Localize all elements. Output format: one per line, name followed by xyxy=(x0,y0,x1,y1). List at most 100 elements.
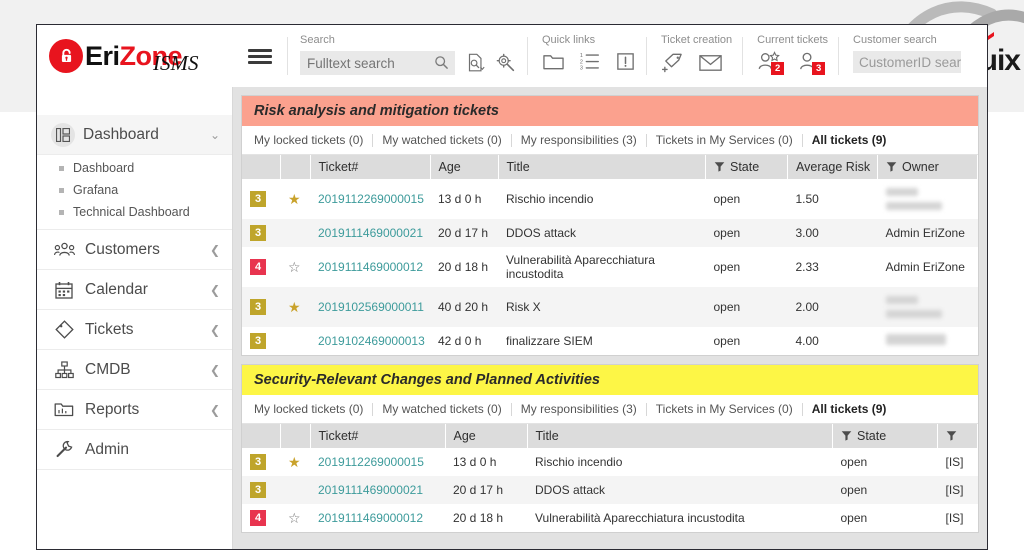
table-row[interactable]: 3 ★ 2019112269000015 13 d 0 h Rischio in… xyxy=(242,448,978,476)
new-phone-ticket-icon[interactable] xyxy=(661,51,684,73)
star-outline-icon[interactable]: ☆ xyxy=(288,510,301,526)
cell-ticket-number[interactable]: 2019112269000015 xyxy=(310,448,445,476)
hamburger-menu-button[interactable] xyxy=(233,25,287,87)
cell-title[interactable]: Vulnerabilità Aparecchiatura incustodita xyxy=(527,504,833,532)
table-row[interactable]: 3 2019111469000021 20 d 17 h DDOS attack… xyxy=(242,476,978,504)
col-priority[interactable] xyxy=(242,155,281,179)
sidebar-subitem-dashboard[interactable]: Dashboard xyxy=(37,157,232,179)
table-row[interactable]: 3 2019111469000021 20 d 17 h DDOS attack… xyxy=(242,219,978,247)
ticket-link[interactable]: 2019112269000015 xyxy=(318,455,424,469)
gear-search-icon[interactable] xyxy=(495,52,517,74)
filter-icon[interactable] xyxy=(946,430,957,444)
sidebar-item-dashboard[interactable]: Dashboard ⌄ xyxy=(37,115,232,155)
col-state[interactable]: State xyxy=(705,155,788,179)
cell-watch[interactable] xyxy=(280,476,310,504)
sidebar-item-customers[interactable]: Customers ❮ xyxy=(37,230,232,270)
cell-title[interactable]: finalizzare SIEM xyxy=(498,327,706,355)
cell-state: open xyxy=(832,476,938,504)
cell-watch[interactable]: ☆ xyxy=(280,504,310,532)
folder-icon[interactable] xyxy=(542,51,565,72)
sidebar-item-cmdb[interactable]: CMDB ❮ xyxy=(37,350,232,390)
table-row[interactable]: 4 ☆ 2019111469000012 20 d 18 h Vulnerabi… xyxy=(242,247,978,287)
cell-ticket-number[interactable]: 2019111469000021 xyxy=(310,219,430,247)
col-ticket-number[interactable]: Ticket# xyxy=(310,424,446,448)
ticket-link[interactable]: 2019111469000021 xyxy=(318,226,423,240)
list-icon[interactable]: 123 xyxy=(579,51,601,72)
tab-tickets-in-my-services[interactable]: Tickets in My Services (0) xyxy=(647,133,802,147)
tab-my-watched-tickets[interactable]: My watched tickets (0) xyxy=(373,133,510,147)
cell-title[interactable]: Vulnerabilità Aparecchiatura incustodita xyxy=(498,247,706,287)
col-owner[interactable]: Owner xyxy=(877,155,978,179)
col-ticket-number[interactable]: Ticket# xyxy=(310,155,431,179)
sidebar-subitem-technical-dashboard[interactable]: Technical Dashboard xyxy=(37,201,232,223)
current-tickets-group: Current tickets 2 3 xyxy=(743,25,838,87)
col-watch[interactable] xyxy=(280,155,311,179)
tab-my-watched-tickets-2[interactable]: My watched tickets (0) xyxy=(373,402,510,416)
cell-ticket-number[interactable]: 2019102569000011 xyxy=(310,287,430,327)
exclamation-icon[interactable] xyxy=(615,51,636,72)
tab-my-locked-tickets-2[interactable]: My locked tickets (0) xyxy=(254,402,372,416)
star-filled-icon[interactable]: ★ xyxy=(288,299,301,315)
table-row[interactable]: 4 ☆ 2019111469000012 20 d 18 h Vulnerabi… xyxy=(242,504,978,532)
customer-tickets-icon[interactable]: 3 xyxy=(797,51,826,75)
sidebar-item-tickets[interactable]: Tickets ❮ xyxy=(37,310,232,350)
col-age[interactable]: Age xyxy=(430,155,499,179)
table-row[interactable]: 3 2019102469000013 42 d 0 h finalizzare … xyxy=(242,327,978,355)
tab-all-tickets[interactable]: All tickets (9) xyxy=(803,133,896,147)
col-state[interactable]: State xyxy=(832,424,938,448)
customer-search-input[interactable]: CustomerID search xyxy=(853,51,962,73)
cell-title[interactable]: DDOS attack xyxy=(498,219,706,247)
cell-ticket-number[interactable]: 2019111469000012 xyxy=(310,504,445,532)
star-outline-icon[interactable]: ☆ xyxy=(288,259,301,275)
sidebar-item-reports[interactable]: Reports ❮ xyxy=(37,390,232,430)
cell-title[interactable]: Risk X xyxy=(498,287,706,327)
star-filled-icon[interactable]: ★ xyxy=(288,191,301,207)
cell-title[interactable]: Rischio incendio xyxy=(527,448,833,476)
tab-my-responsibilities[interactable]: My responsibilities (3) xyxy=(512,133,646,147)
cell-ticket-number[interactable]: 2019102469000013 xyxy=(310,327,430,355)
tab-my-locked-tickets[interactable]: My locked tickets (0) xyxy=(254,133,372,147)
cell-ticket-number[interactable]: 2019112269000015 xyxy=(310,179,430,219)
filter-icon[interactable] xyxy=(841,430,852,444)
table-row[interactable]: 3 ★ 2019102569000011 40 d 20 h Risk X op… xyxy=(242,287,978,327)
document-search-icon[interactable] xyxy=(464,52,486,74)
cell-title[interactable]: Rischio incendio xyxy=(498,179,706,219)
ticket-link[interactable]: 2019111469000012 xyxy=(318,511,423,525)
sidebar-subitem-grafana[interactable]: Grafana xyxy=(37,179,232,201)
tab-all-tickets-2[interactable]: All tickets (9) xyxy=(803,402,896,416)
col-age[interactable]: Age xyxy=(445,424,528,448)
cell-ticket-number[interactable]: 2019111469000012 xyxy=(310,247,430,287)
ticket-link[interactable]: 2019112269000015 xyxy=(318,192,424,206)
my-tickets-icon[interactable]: 2 xyxy=(757,51,785,75)
col-extra[interactable] xyxy=(937,424,978,448)
cell-watch[interactable]: ★ xyxy=(280,448,310,476)
cell-title[interactable]: DDOS attack xyxy=(527,476,833,504)
tab-tickets-in-my-services-2[interactable]: Tickets in My Services (0) xyxy=(647,402,802,416)
cell-watch[interactable] xyxy=(280,327,310,355)
col-title[interactable]: Title xyxy=(498,155,706,179)
col-priority[interactable] xyxy=(242,424,281,448)
tab-my-responsibilities-2[interactable]: My responsibilities (3) xyxy=(512,402,646,416)
col-title[interactable]: Title xyxy=(527,424,833,448)
fulltext-search-box[interactable] xyxy=(300,51,455,75)
new-email-ticket-icon[interactable] xyxy=(698,52,723,73)
sidebar-item-calendar[interactable]: Calendar ❮ xyxy=(37,270,232,310)
cell-watch[interactable]: ★ xyxy=(280,179,310,219)
ticket-link[interactable]: 2019102469000013 xyxy=(318,334,425,348)
cell-watch[interactable] xyxy=(280,219,310,247)
app-logo[interactable]: EriZone ISMS xyxy=(37,25,233,87)
filter-icon[interactable] xyxy=(886,161,897,175)
col-average-risk[interactable]: Average Risk xyxy=(787,155,878,179)
cell-watch[interactable]: ☆ xyxy=(280,247,310,287)
col-watch[interactable] xyxy=(280,424,311,448)
table-row[interactable]: 3 ★ 2019112269000015 13 d 0 h Rischio in… xyxy=(242,179,978,219)
cell-ticket-number[interactable]: 2019111469000021 xyxy=(310,476,445,504)
ticket-link[interactable]: 2019111469000012 xyxy=(318,260,423,274)
ticket-link[interactable]: 2019111469000021 xyxy=(318,483,423,497)
cell-watch[interactable]: ★ xyxy=(280,287,310,327)
sidebar-item-admin[interactable]: Admin xyxy=(37,430,232,470)
star-filled-icon[interactable]: ★ xyxy=(288,454,301,470)
search-input[interactable] xyxy=(300,54,429,72)
ticket-link[interactable]: 2019102569000011 xyxy=(318,300,424,314)
filter-icon[interactable] xyxy=(714,161,725,175)
